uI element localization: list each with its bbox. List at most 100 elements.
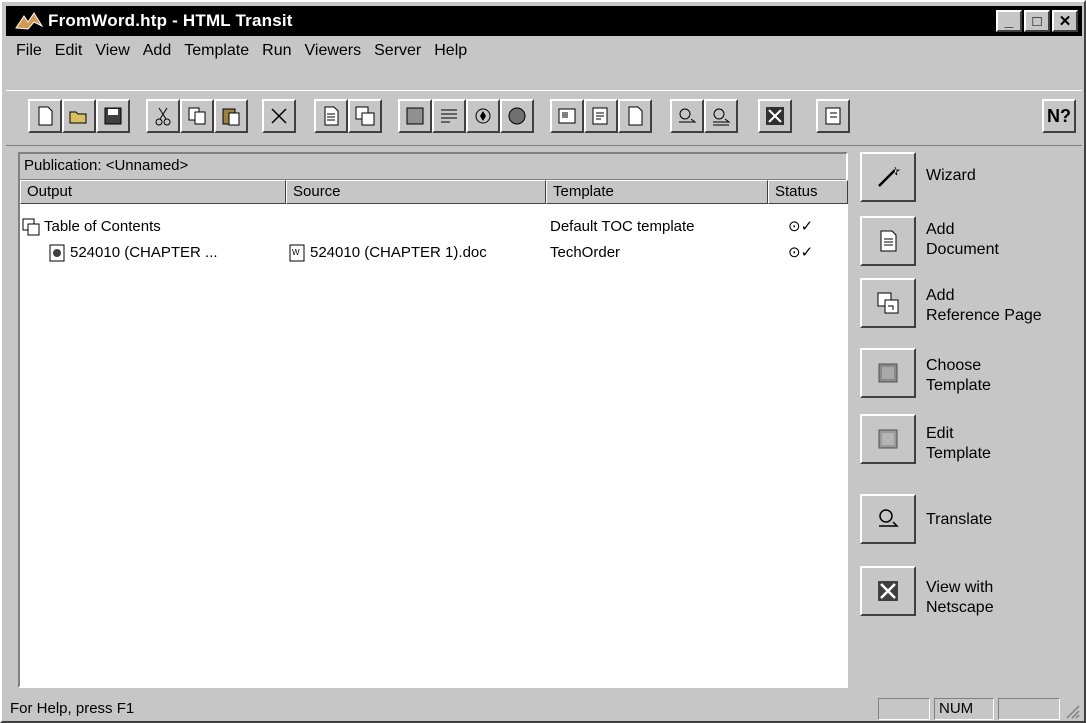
context-help-button[interactable]: N? [1042,99,1076,133]
menu-help[interactable]: Help [434,42,467,60]
toc-page-icon [22,218,40,236]
maximize-icon: □ [1032,12,1042,30]
wizard-wand-icon [878,166,901,187]
globe-tool-button[interactable] [500,99,534,133]
view-with-netscape-label[interactable]: View with Netscape [926,578,1086,618]
add-document-icon [324,106,339,126]
netscape-icon [766,107,784,125]
translate-icon [879,509,899,527]
add-document-label[interactable]: Add Document [926,220,1086,260]
menu-file[interactable]: File [16,42,42,60]
edit-icon [441,109,457,123]
menu-server[interactable]: Server [374,42,421,60]
column-header-row: Output Source Template Status [20,180,848,204]
translate-tool-button[interactable] [670,99,704,133]
output-name: 524010 (CHAPTER ... [70,244,218,261]
template-tool-button[interactable] [398,99,432,133]
table-row[interactable]: 524010 (CHAPTER ... W 524010 (CHAPTER 1).… [20,242,846,264]
table-row[interactable]: Table of Contents Default TOC template ⊙… [20,216,846,238]
translate-all-tool-button[interactable] [704,99,738,133]
svg-text:W: W [292,248,300,257]
edit-tool-button[interactable] [432,99,466,133]
status-cell: ⊙✓ [788,244,814,261]
add-document-button[interactable] [860,216,916,266]
output-cell: 524010 (CHAPTER ... [48,242,218,264]
wizard-label[interactable]: Wizard [926,166,1086,186]
delete-button[interactable] [262,99,296,133]
html-page-icon [49,244,65,262]
column-source-header[interactable]: Source [286,180,546,204]
side-label-line1: Add [926,221,955,238]
netscape-tool-button[interactable] [758,99,792,133]
add-document-tool-button[interactable] [314,99,348,133]
add-reference-tool-button[interactable] [348,99,382,133]
menu-run[interactable]: Run [262,42,291,60]
menu-bar: File Edit View Add Template Run Viewers … [6,38,1082,64]
save-icon [104,107,122,125]
menu-viewers[interactable]: Viewers [305,42,362,60]
publication-list-pane[interactable]: Publication: <Unnamed> Output Source Tem… [18,152,848,688]
app-window: FromWord.htp - HTML Transit _ □ ✕ File E… [0,0,1086,723]
side-label-line1: Choose [926,357,982,374]
globe-icon [508,107,526,125]
close-button[interactable]: ✕ [1052,10,1078,32]
maximize-button[interactable]: □ [1024,10,1050,32]
choose-template-icon [878,363,898,383]
open-icon [69,111,87,124]
choose-template-label[interactable]: Choose Template [926,356,1086,396]
translate-all-icon [713,108,731,126]
side-label-line1: Translate [926,511,993,528]
column-output-header[interactable]: Output [20,180,286,204]
status-panel-empty [878,698,930,720]
paste-button[interactable] [214,99,248,133]
menu-add[interactable]: Add [143,42,171,60]
side-label-line2: Template [926,377,991,394]
server-tool-button[interactable] [816,99,850,133]
side-label-line1: Edit [926,425,954,442]
edit-template-label[interactable]: Edit Template [926,424,1086,464]
menu-template[interactable]: Template [184,42,249,60]
netscape-icon [878,581,898,601]
open-button[interactable] [62,99,96,133]
source-cell: W 524010 (CHAPTER 1).doc [288,242,487,264]
output-name: Table of Contents [44,218,161,235]
copy-button[interactable] [180,99,214,133]
new-button[interactable] [28,99,62,133]
options-icon [558,108,576,124]
wizard-button[interactable] [860,152,916,202]
navigation-tool-button[interactable] [466,99,500,133]
page-icon [628,106,643,126]
properties-tool-button[interactable] [584,99,618,133]
resize-grip-icon[interactable] [1064,703,1080,719]
add-reference-page-button[interactable] [860,278,916,328]
side-label-line2: Template [926,445,991,462]
navigation-icon [475,108,491,124]
edit-template-button[interactable] [860,414,916,464]
translate-icon [679,108,697,123]
template-cell: Default TOC template [550,218,695,235]
add-reference-icon [355,106,375,126]
minimize-button[interactable]: _ [996,10,1022,32]
menu-edit[interactable]: Edit [55,42,83,60]
options-tool-button[interactable] [550,99,584,133]
translate-label[interactable]: Translate [926,510,1086,530]
page-tool-button[interactable] [618,99,652,133]
server-icon [825,107,841,125]
column-template-header[interactable]: Template [546,180,768,204]
translate-button[interactable] [860,494,916,544]
add-reference-page-label[interactable]: Add Reference Page [926,286,1086,326]
side-label-line1: Wizard [926,167,976,184]
column-status-header[interactable]: Status [768,180,848,204]
cut-button[interactable] [146,99,180,133]
view-with-netscape-button[interactable] [860,566,916,616]
status-panel-blank [998,698,1060,720]
choose-template-button[interactable] [860,348,916,398]
add-document-icon [880,230,897,252]
num-lock-indicator: NUM [934,698,994,720]
context-help-icon: N? [1047,105,1071,126]
properties-icon [592,107,608,125]
menu-view[interactable]: View [95,42,129,60]
save-button[interactable] [96,99,130,133]
source-name: 524010 (CHAPTER 1).doc [310,244,487,261]
title-bar[interactable]: FromWord.htp - HTML Transit _ □ ✕ [6,6,1082,36]
